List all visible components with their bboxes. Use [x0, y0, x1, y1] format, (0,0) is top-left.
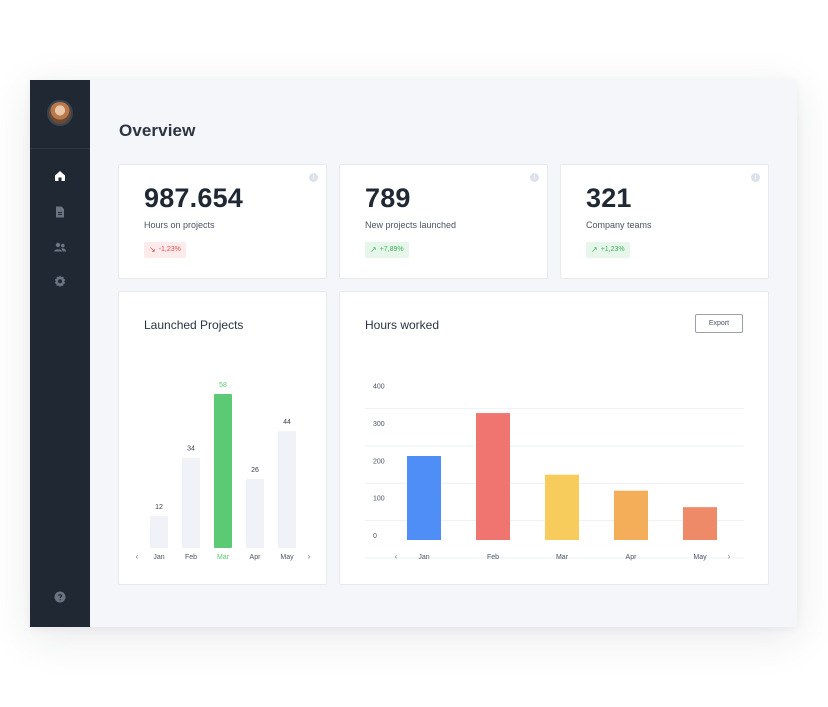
prev-arrow-icon[interactable]: ‹	[395, 552, 398, 561]
x-tick-label: Feb	[185, 554, 197, 561]
data-label: 34	[187, 446, 195, 453]
bar-jan[interactable]	[150, 516, 168, 548]
next-arrow-icon[interactable]: ›	[728, 552, 731, 561]
data-label: 44	[283, 419, 291, 426]
x-tick-label: May	[280, 554, 294, 561]
change-value: +1,23%	[600, 246, 625, 253]
launched-projects-chart: 12 Jan 34 Feb 58 Mar 26 Apr 44 May ‹ ›	[136, 382, 311, 561]
change-badge: ↘ -1,23%	[144, 242, 186, 258]
stat-label: Hours on projects	[144, 220, 215, 230]
info-icon[interactable]: i	[530, 173, 539, 182]
stat-label: New projects launched	[365, 220, 457, 230]
trend-up-icon: ↗	[591, 245, 598, 254]
data-label: 26	[251, 467, 259, 474]
trend-up-icon: ↗	[370, 245, 377, 254]
x-tick-label: Mar	[556, 554, 569, 561]
change-badge: ↗ +1,23%	[586, 242, 630, 258]
main-content: Overview i 987.654 Hours on projects ↘ -…	[90, 80, 797, 627]
change-value: +7,89%	[379, 246, 404, 253]
info-icon[interactable]: i	[309, 173, 318, 182]
change-value: -1,23%	[158, 246, 181, 253]
next-arrow-icon[interactable]: ›	[308, 552, 311, 561]
bar-apr[interactable]	[246, 478, 264, 548]
trend-down-icon: ↘	[149, 245, 156, 254]
x-tick-label: Feb	[487, 554, 499, 561]
hours-worked-chart: 0 100 200 300 400 Jan Feb Mar Apr May ‹ ›	[365, 384, 744, 561]
stat-card-teams: i 321 Company teams ↗ +1,23%	[560, 164, 769, 279]
stat-label: Company teams	[586, 220, 652, 230]
bar-may[interactable]	[278, 431, 296, 548]
x-tick-label: Jan	[153, 554, 164, 561]
data-label: 12	[155, 504, 163, 511]
page-title: Overview	[119, 121, 196, 140]
document-icon[interactable]	[53, 205, 67, 219]
y-tick-label: 400	[373, 384, 385, 391]
sidebar	[30, 80, 90, 627]
stat-value: 987.654	[144, 183, 243, 213]
stat-card-projects: i 789 New projects launched ↗ +7,89%	[339, 164, 548, 279]
x-tick-label: Jan	[418, 554, 429, 561]
bar-jan[interactable]	[407, 456, 441, 540]
bar-feb[interactable]	[476, 413, 510, 540]
help-icon[interactable]	[53, 590, 67, 604]
users-icon[interactable]	[53, 240, 67, 254]
sidebar-divider	[30, 148, 90, 149]
stat-card-hours: i 987.654 Hours on projects ↘ -1,23%	[118, 164, 327, 279]
bar-may[interactable]	[683, 507, 717, 540]
home-icon[interactable]	[53, 169, 67, 183]
bar-apr[interactable]	[614, 490, 648, 540]
info-icon[interactable]: i	[751, 173, 760, 182]
x-tick-label: Apr	[626, 554, 638, 561]
y-tick-label: 200	[373, 458, 385, 465]
x-tick-label: May	[693, 554, 707, 561]
y-tick-label: 300	[373, 421, 385, 428]
stat-value: 321	[586, 183, 632, 213]
gear-icon[interactable]	[53, 274, 67, 288]
stat-value: 789	[365, 183, 411, 213]
bar-feb[interactable]	[182, 457, 200, 548]
launched-projects-card: Launched Projects 12 Jan 34 Feb 58 Mar 26 Apr 44…	[118, 291, 327, 585]
prev-arrow-icon[interactable]: ‹	[136, 552, 139, 561]
dashboard-window: Overview i 987.654 Hours on projects ↘ -…	[30, 80, 797, 627]
avatar[interactable]	[47, 100, 73, 126]
y-tick-label: 0	[373, 533, 377, 540]
y-tick-label: 100	[373, 496, 385, 503]
x-tick-label: Mar	[217, 554, 230, 561]
hours-worked-card: Hours worked Export 0 100 200 300 400 Jan Feb M…	[339, 291, 769, 585]
bar-mar[interactable]	[214, 394, 232, 548]
x-tick-label: Apr	[250, 554, 262, 561]
change-badge: ↗ +7,89%	[365, 242, 409, 258]
data-label: 58	[219, 382, 227, 389]
bar-mar[interactable]	[545, 474, 579, 540]
